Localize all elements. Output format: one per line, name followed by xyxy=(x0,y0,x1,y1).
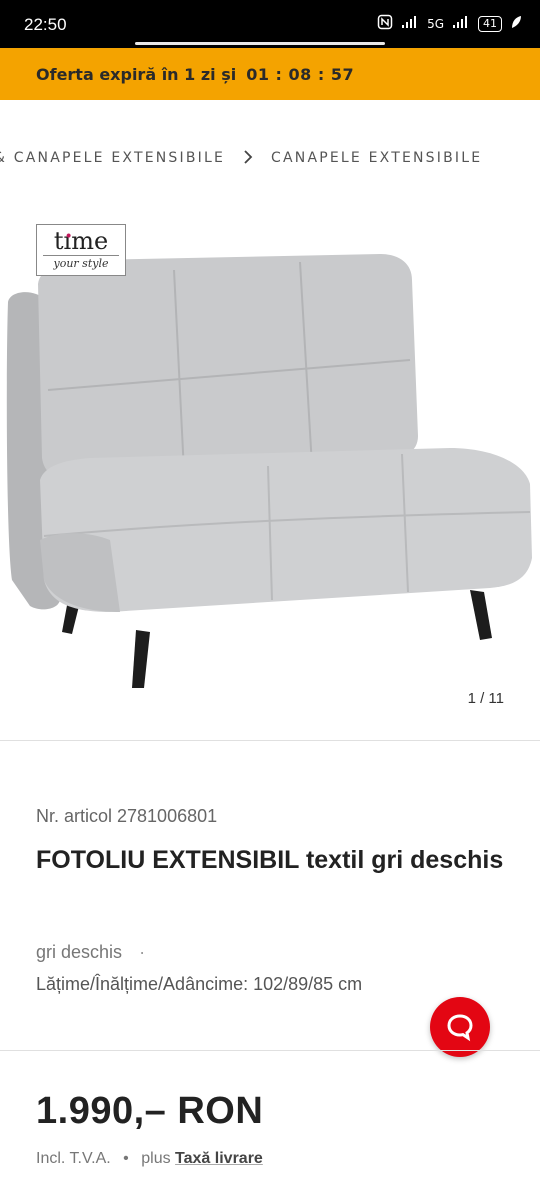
signal-icon xyxy=(401,15,419,32)
status-icons: 5G 41 xyxy=(377,14,522,33)
chat-bubble-icon xyxy=(447,1014,473,1042)
product-color: gri deschis · xyxy=(36,942,145,963)
price-note-bullet: • xyxy=(123,1150,129,1167)
delivery-fee-link[interactable]: Taxă livrare xyxy=(175,1150,263,1167)
leaf-icon xyxy=(510,15,522,32)
offer-countdown: 01 : 08 : 57 xyxy=(246,64,355,84)
chat-button[interactable] xyxy=(430,997,490,1057)
divider xyxy=(0,740,540,741)
battery-icon: 41 xyxy=(478,15,502,32)
divider xyxy=(0,1050,540,1051)
product-gallery[interactable]: tı • me your style 1 / 11 xyxy=(0,200,540,740)
status-time: 22:50 xyxy=(24,15,67,34)
brand-logo-main: tı • me xyxy=(53,227,109,255)
product-title-rest: EXTENSIBIL textil gri deschis xyxy=(145,846,504,874)
product-image[interactable] xyxy=(0,240,540,700)
offer-text: Oferta expiră în 1 zi și xyxy=(36,64,237,84)
nfc-icon xyxy=(377,14,393,33)
plus-text: plus xyxy=(141,1150,171,1167)
brand-logo-sub: your style xyxy=(43,255,119,272)
color-separator: · xyxy=(139,942,146,962)
signal-icon-2 xyxy=(452,15,470,32)
breadcrumb-item-parent[interactable]: & CANAPELE EXTENSIBILE xyxy=(0,150,225,166)
page-load-progress xyxy=(135,42,385,45)
offer-banner: Oferta expiră în 1 zi și 01 : 08 : 57 xyxy=(0,48,540,100)
product-dimensions: Lățime/Înălțime/Adâncime: 102/89/85 cm xyxy=(36,974,363,994)
vat-text: Incl. T.V.A. xyxy=(36,1150,111,1167)
product-title-bold: FOTOLIU xyxy=(36,846,146,874)
breadcrumb-item-current[interactable]: CANAPELE EXTENSIBILE xyxy=(271,150,482,166)
network-type: 5G xyxy=(427,16,444,31)
product-color-value: gri deschis xyxy=(36,942,123,962)
chevron-right-icon xyxy=(243,149,253,168)
article-number: Nr. articol 2781006801 xyxy=(36,806,218,826)
status-bar: 22:50 5G 41 xyxy=(0,0,540,48)
price-note: Incl. T.V.A. • plus Taxă livrare xyxy=(36,1150,263,1168)
gallery-pager: 1 / 11 xyxy=(467,690,504,707)
product-price: 1.990,– RON xyxy=(36,1090,264,1132)
brand-logo: tı • me your style xyxy=(36,224,126,276)
product-title: FOTOLIU EXTENSIBIL textil gri deschis xyxy=(36,842,506,878)
breadcrumb: & CANAPELE EXTENSIBILE CANAPELE EXTENSIB… xyxy=(0,140,540,176)
